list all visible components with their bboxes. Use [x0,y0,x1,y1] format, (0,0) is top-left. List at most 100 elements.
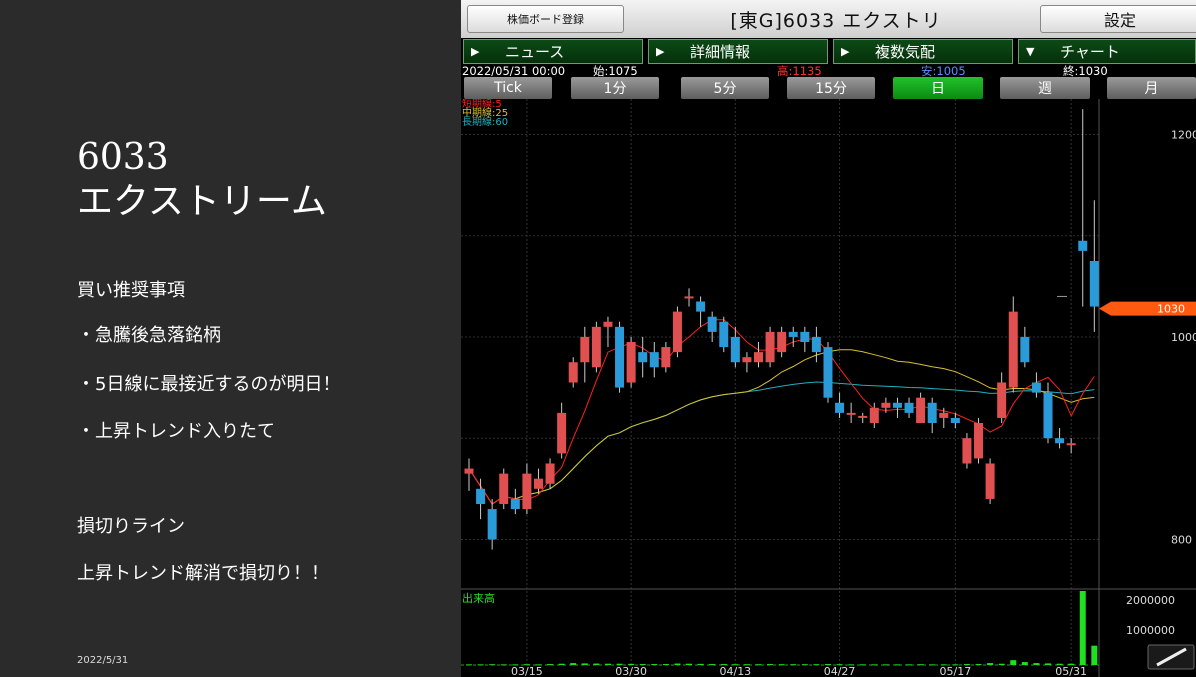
tab-news[interactable]: ▶ ニュース [463,39,643,64]
tab-label: 詳細情報 [690,43,751,61]
volume-bar [801,664,808,666]
period-5min-button[interactable]: 5分 [681,77,769,99]
candle-up [997,382,1007,418]
candle-up [765,331,775,363]
volume-bar [558,663,565,665]
candle-down [892,402,902,408]
period-tick-button[interactable]: Tick [464,77,552,99]
period-month-button[interactable]: 月 [1107,77,1196,99]
candle-up [869,407,879,423]
volume-bar [466,664,472,666]
candle-up [1066,443,1076,446]
stock-chart: 短期線:5中期線:25長期線:60出来高12001000800200000010… [461,99,1196,677]
x-tick-label: 03/30 [615,665,647,677]
info-datetime: 2022/05/31 00:00 [462,64,566,78]
candle-up [684,296,694,299]
volume-bar [1091,645,1098,665]
volume-bar [929,664,936,666]
period-day-button[interactable]: 日 [893,77,983,99]
x-tick-label: 04/27 [824,665,856,677]
candle-up [626,342,636,383]
stop-heading: 損切りライン [77,516,185,537]
candle-up [754,352,763,363]
volume-bar [882,664,889,666]
period-1min-button[interactable]: 1分 [571,77,659,99]
app-header: 株価ボード登録 [東G]6033 エクストリ 設定 [461,0,1196,38]
volume-bar [709,664,716,666]
candle-up [881,402,891,408]
volume-bar [790,664,797,666]
volume-bar [813,664,820,666]
expand-arrow-icon: ▶ [471,45,480,58]
candle-down [730,336,740,363]
candle-down [615,326,625,388]
volume-bar [906,664,913,666]
candle-up [557,412,567,454]
volume-bar [987,663,994,665]
volume-bar [1021,662,1028,665]
candle-up [580,336,590,363]
tab-quotes[interactable]: ▶ 複数気配 [833,39,1013,64]
volume-bar [686,663,693,665]
volume-bar [547,664,554,666]
candle-down [1043,392,1053,439]
ohlc-info-bar: 2022/05/31 00:00 始:1075 高:1135 安:1005 終:… [461,65,1196,77]
candle-down [811,336,821,353]
tab-chart[interactable]: ▼ チャート [1018,39,1196,64]
candle-up [858,415,868,418]
candle-up [522,473,532,510]
candle-up [962,438,972,464]
candle-down [1055,438,1065,444]
window-title: [東G]6033 エクストリ [730,10,942,32]
candle-up [939,412,949,418]
buy-point-2: ・5日線に最接近するのが明日！ [77,374,341,395]
volume-bar [662,664,669,666]
volume-bar [1079,591,1086,665]
x-tick-label: 05/17 [940,665,972,677]
candle-down [800,331,810,342]
current-price-label: 1030 [1157,303,1185,316]
settings-button[interactable]: 設定 [1040,5,1196,33]
candle-up [499,473,509,504]
candle-down [696,301,706,312]
stock-title: 6033 エクストリーム [77,136,327,224]
buy-point-3: ・上昇トレンド入りたて [77,421,275,442]
y-tick-label: 1000 [1171,331,1196,344]
candle-down [476,488,486,504]
period-week-button[interactable]: 週 [1000,77,1090,99]
presentation-slide: 6033 エクストリーム 買い推奨事項 ・急騰後急落銘柄 ・5日線に最接近するの… [0,0,461,677]
candle-up [777,331,787,353]
candle-down [1020,336,1030,363]
candle-down [927,402,937,423]
period-selector: Tick 1分 5分 15分 日 週 月 [461,77,1196,99]
stock-name: エクストリーム [77,181,327,222]
tab-details[interactable]: ▶ 詳細情報 [648,39,828,64]
info-open: 始:1075 [593,64,638,78]
candle-down [1089,261,1099,307]
candle-up [591,326,601,368]
candle-down [1078,240,1088,251]
volume-bar [581,663,588,665]
volume-bar [570,663,577,665]
candle-down [487,509,497,540]
volume-bar [1045,663,1051,665]
candle-down [835,402,845,413]
candlestick-series [464,109,1099,550]
candle-down [788,331,798,337]
volume-bar [767,664,774,666]
legend-item: 長期線:60 [462,115,508,128]
volume-bar [998,663,1005,665]
trading-app-window: 株価ボード登録 [東G]6033 エクストリ 設定 ▶ ニュース ▶ 詳細情報 … [461,0,1196,677]
tab-label: チャート [1060,43,1120,61]
candle-up [916,397,926,423]
candle-up [974,423,984,459]
volume-bar [593,663,600,665]
volume-tick-label: 2000000 [1126,594,1175,607]
tab-label: ニュース [505,43,565,61]
period-15min-button[interactable]: 15分 [787,77,875,99]
volume-bar [674,663,681,665]
volume-series [466,591,1098,666]
volume-bar [859,664,866,666]
register-board-button[interactable]: 株価ボード登録 [467,5,624,33]
volume-bar [917,664,924,666]
